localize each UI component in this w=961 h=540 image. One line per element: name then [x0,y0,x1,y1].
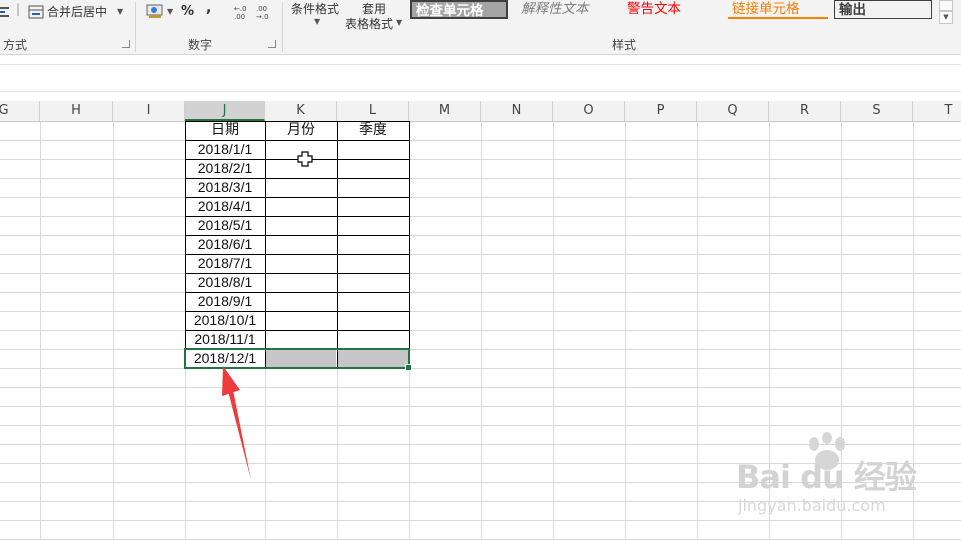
cell-style-output[interactable]: 输出 [834,0,932,19]
column-header-m[interactable]: M [409,101,481,121]
column-header-t[interactable]: T [913,101,961,121]
cell-style-explanatory-text[interactable]: 解释性文本 [517,0,617,19]
date-cell[interactable]: 2018/4/1 [185,197,265,216]
column-header-g[interactable]: G [0,101,40,121]
date-cell[interactable]: 2018/7/1 [185,254,265,273]
date-cell[interactable]: 2018/2/1 [185,159,265,178]
decrease-decimal-icon[interactable]: .00 →.0 [254,4,272,21]
date-cell[interactable]: 2018/1/1 [185,140,265,159]
column-header-row: G H I J K L M N O P Q R S T [0,101,961,122]
column-header-s[interactable]: S [841,101,913,121]
cell-style-linked-cell[interactable]: 链接单元格 [728,0,828,19]
column-header-i[interactable]: I [113,101,185,121]
watermark-brand: Bai du 经验 [736,458,917,496]
percent-style-button[interactable]: % [181,4,194,19]
accounting-dropdown-icon[interactable]: ▼ [167,7,173,16]
alignment-dialog-launcher-icon[interactable] [122,40,130,48]
merge-center-dropdown-icon[interactable]: ▼ [117,7,123,16]
svg-text:.00: .00 [234,13,245,20]
svg-text:←.0: ←.0 [234,5,247,13]
column-header-h[interactable]: H [40,101,113,121]
group-separator [282,2,283,52]
accounting-format-icon[interactable] [146,3,164,19]
conditional-format-dropdown-icon[interactable]: ▼ [314,17,320,26]
conditional-format-button[interactable]: 条件格式 [291,0,339,17]
date-cell[interactable]: 2018/5/1 [185,216,265,235]
column-header-l[interactable]: L [337,101,409,121]
number-group-label: 数字 [188,38,213,52]
date-cell[interactable]: 2018/9/1 [185,292,265,311]
format-as-table-button[interactable]: 表格格式 [345,15,393,32]
header-date[interactable]: 日期 [185,121,265,140]
column-header-n[interactable]: N [481,101,553,121]
cell-style-warning-text[interactable]: 警告文本 [623,0,723,19]
styles-scroll-up-button[interactable] [939,0,953,11]
format-as-table-dropdown-icon[interactable]: ▼ [396,18,402,27]
divider-mark: | [16,2,21,16]
header-month[interactable]: 月份 [265,121,337,140]
comma-style-button[interactable]: , [206,0,211,16]
date-cell[interactable]: 2018/10/1 [185,311,265,330]
column-header-p[interactable]: P [625,101,697,121]
increase-decimal-icon[interactable]: ←.0.00 [232,4,250,21]
date-cell[interactable]: 2018/11/1 [185,330,265,349]
watermark-url: jingyan.baidu.com [738,496,886,515]
group-separator [135,2,136,52]
cell-style-check-cell[interactable]: 检查单元格 [410,0,508,19]
alignment-group-label: 方式 [3,38,28,52]
svg-text:→.0: →.0 [256,13,269,20]
column-header-q[interactable]: Q [697,101,769,121]
red-arrow-icon [222,366,251,480]
styles-group-label: 样式 [612,38,637,52]
column-header-r[interactable]: R [769,101,841,121]
date-cell[interactable]: 2018/3/1 [185,178,265,197]
ribbon: | 合并后居中 ▼ 方式 ▼ % , ←.0.00 .00 →.0 数字 条件格式… [0,0,961,55]
number-dialog-launcher-icon[interactable] [268,40,276,48]
merge-center-icon[interactable] [28,4,44,19]
date-cell[interactable]: 2018/8/1 [185,273,265,292]
merge-center-button[interactable]: 合并后居中 [47,3,107,20]
wrap-text-icon[interactable] [0,4,10,18]
column-header-o[interactable]: O [553,101,625,121]
column-header-j[interactable]: J [185,101,265,121]
fill-handle[interactable] [405,364,412,371]
cell-cursor-icon [297,151,313,167]
formula-bar[interactable] [0,64,961,92]
column-header-k[interactable]: K [265,101,337,121]
date-cell[interactable]: 2018/6/1 [185,235,265,254]
header-quarter[interactable]: 季度 [337,121,409,140]
svg-text:.00: .00 [256,5,267,13]
styles-more-button[interactable]: ▼ [939,11,953,24]
